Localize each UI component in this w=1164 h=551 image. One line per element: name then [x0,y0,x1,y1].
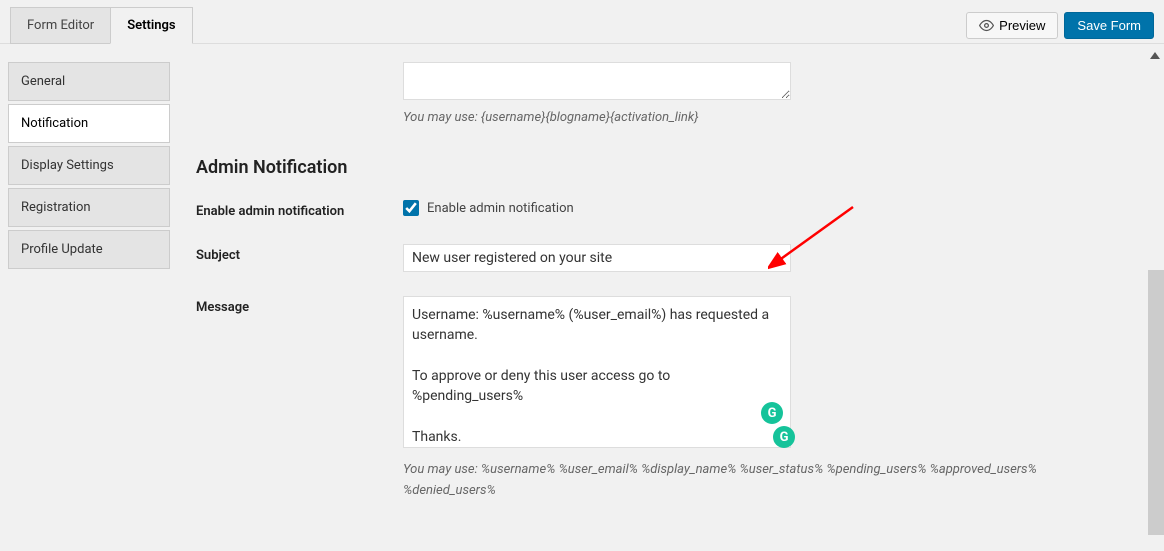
tabs: Form Editor Settings [10,7,193,44]
grammarly-badge-icon[interactable]: G [761,402,783,424]
main-area: General Notification Display Settings Re… [0,44,1164,551]
enable-checkbox-text: Enable admin notification [427,201,574,216]
tab-form-editor[interactable]: Form Editor [10,7,110,44]
vertical-scrollbar[interactable] [1148,270,1164,535]
top-bar: Form Editor Settings Preview Save Form [0,0,1164,44]
enable-row: Enable admin notification Enable admin n… [196,200,1138,220]
sidebar-item-profile-update[interactable]: Profile Update [8,230,170,269]
settings-sidebar: General Notification Display Settings Re… [0,44,170,551]
eye-icon [979,18,994,33]
subject-input[interactable] [403,244,791,272]
message-row: Message G G [196,296,1138,452]
message-textarea[interactable] [403,296,791,448]
message-hint: You may use: %username% %user_email% %di… [403,460,1123,502]
scroll-up-icon[interactable] [1150,52,1160,59]
sidebar-item-display-settings[interactable]: Display Settings [8,146,170,185]
enable-admin-checkbox[interactable] [403,200,419,216]
preview-button[interactable]: Preview [966,12,1058,39]
content-area: You may use: {username}{blogname}{activa… [170,44,1164,551]
sidebar-item-registration[interactable]: Registration [8,188,170,227]
grammarly-badge-icon[interactable]: G [773,426,795,448]
enable-checkbox-wrap[interactable]: Enable admin notification [403,200,574,216]
subject-row: Subject [196,244,1138,272]
sidebar-item-notification[interactable]: Notification [8,104,170,143]
message-label: Message [196,296,403,315]
enable-label: Enable admin notification [196,200,403,219]
sidebar-item-general[interactable]: General [8,62,170,101]
preview-label: Preview [999,18,1045,33]
tab-settings[interactable]: Settings [110,7,192,44]
prev-section-textarea[interactable] [403,62,791,100]
subject-label: Subject [196,244,403,263]
admin-notification-heading: Admin Notification [196,157,1138,178]
prev-section-hint: You may use: {username}{blogname}{activa… [403,110,1138,125]
top-actions: Preview Save Form [966,12,1154,39]
save-form-button[interactable]: Save Form [1064,12,1154,39]
